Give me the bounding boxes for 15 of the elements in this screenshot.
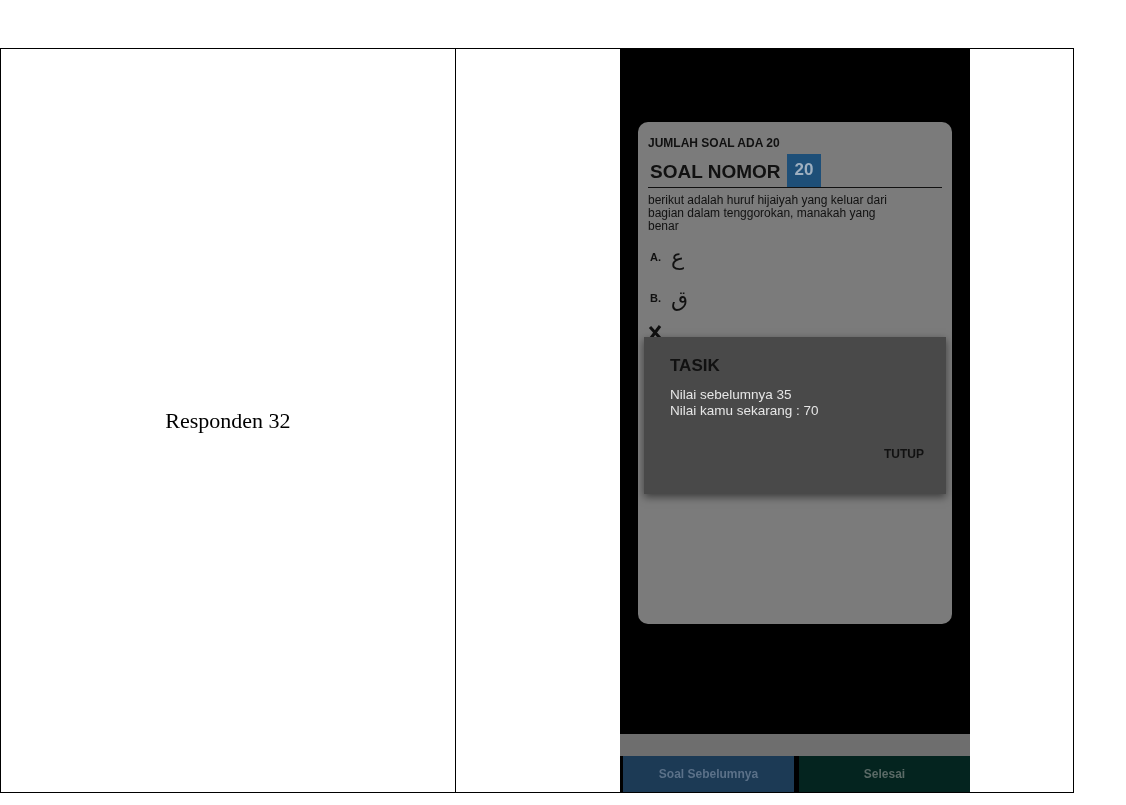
question-number-badge: 20 [786,154,822,187]
dialog-message: Nilai kamu sekarang : 70 [670,402,820,419]
finish-button[interactable]: Selesai [799,756,970,792]
question-count: JUMLAH SOAL ADA 20 [648,135,781,152]
option-letter[interactable]: B. [650,290,661,307]
option-letter[interactable]: A. [650,249,661,266]
option-answer[interactable]: ع [671,241,685,275]
question-text: berikut adalah huruf hijaiyah yang keluar dari bagian dalam tenggorokan, manakah yang benar [648,193,888,234]
option-answer[interactable]: ق [671,282,689,316]
previous-question-button[interactable]: Soal Sebelumnya [623,756,794,792]
dialog-title: TASIK [670,355,721,377]
cross-icon [648,325,662,340]
respondent-label: Responden 32 [165,408,291,433]
dialog-message: Nilai sebelumnya 35 [670,386,793,403]
question-label: SOAL NOMOR [649,160,782,184]
